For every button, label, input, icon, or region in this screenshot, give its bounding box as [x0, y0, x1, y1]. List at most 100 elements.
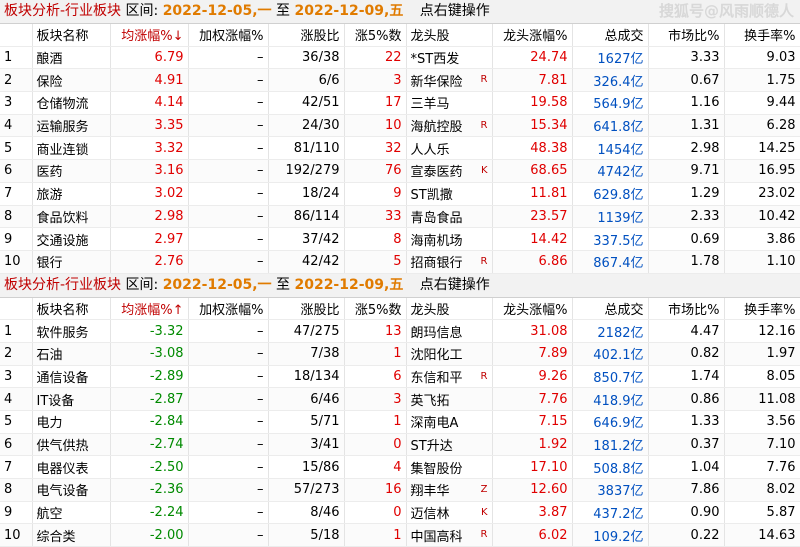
up-ratio: 3/41	[268, 433, 345, 457]
avg-change: 4.14	[110, 91, 189, 115]
market-share: 1.74	[648, 365, 725, 389]
column-header-4[interactable]: 涨股比	[268, 24, 345, 47]
table-row[interactable]: 3 仓储物流 4.14–42/51 17 三羊马 19.58 564.9亿 1.16 9.44	[0, 91, 800, 115]
sector-name: 保险	[32, 68, 111, 93]
table-row[interactable]: 8 电气设备 -2.36–57/273 16 翔丰华 Z 12.60 3837亿 7.86 8.0…	[0, 478, 800, 502]
stock-flag: R	[480, 529, 488, 541]
table-row[interactable]: 5 电力 -2.84–5/71 1 深南电A 7.15 646.9亿 1.33 3.56	[0, 410, 800, 434]
weighted-change: –	[188, 91, 269, 115]
stock-flag: R	[480, 74, 488, 86]
up5-count: 3	[344, 387, 407, 411]
sector-name: 食品饮料	[32, 205, 111, 229]
table-row[interactable]: 7 电器仪表 -2.50–15/86 4 集智股份 17.10 508.8亿 1.04 7.76	[0, 455, 800, 480]
turnover-rate: 1.10	[724, 250, 800, 274]
table-row[interactable]: 2 石油 -3.08–7/38 1 沈阳化工 7.89 402.1亿 0.82 1.97	[0, 342, 800, 366]
leading-stock-name: 新华保险	[410, 74, 463, 90]
column-header-3[interactable]: 加权涨幅%	[188, 297, 269, 321]
up5-count: 1	[344, 342, 407, 366]
row-index: 9	[0, 501, 33, 525]
total-volume: 2182亿	[572, 319, 649, 343]
avg-change: 3.02	[110, 182, 189, 206]
table-row[interactable]: 8 食品饮料 2.98–86/114 33 青岛食品 23.57 1139亿 2.33 10.4…	[0, 205, 800, 229]
column-header-3[interactable]: 加权涨幅%	[188, 24, 269, 47]
column-header-10[interactable]: 换手率%	[724, 24, 800, 47]
table-row[interactable]: 1 软件服务 -3.32–47/275 13 朗玛信息 31.08 2182亿 4.47 12.…	[0, 319, 800, 343]
column-header-2[interactable]: 均涨幅%↑	[110, 297, 189, 321]
turnover-rate: 11.08	[724, 387, 800, 411]
column-header-10[interactable]: 换手率%	[724, 297, 800, 321]
market-share: 0.37	[648, 433, 725, 457]
turnover-rate: 7.10	[724, 433, 800, 457]
table-row[interactable]: 6 医药 3.16–192/279 76 宣泰医药 K 68.65 4742亿 9.71 16.9…	[0, 159, 800, 183]
column-header-1[interactable]: 板块名称	[32, 297, 111, 321]
leading-change: 14.42	[492, 227, 573, 251]
date-start: 2022-12-05,一	[162, 276, 272, 293]
table-row[interactable]: 6 供气供热 -2.74–3/41 0 ST升达 1.92 181.2亿 0.37 7.10	[0, 433, 800, 457]
watermark: 搜狐号@风雨顺德人	[658, 2, 794, 20]
column-header-8[interactable]: 总成交	[572, 297, 649, 321]
table-row[interactable]: 4 IT设备 -2.87–6/46 3 英飞拓 7.76 418.9亿 0.86 11.08	[0, 387, 800, 411]
avg-change: 6.79	[110, 46, 189, 70]
table-row[interactable]: 5 商业连锁 3.32–81/110 32 人人乐 48.38 1454亿 2.98 14.25	[0, 136, 800, 161]
up-ratio: 57/273	[268, 478, 345, 502]
up5-count: 13	[344, 319, 407, 343]
date-end: 2022-12-09,五	[294, 3, 404, 19]
leading-change: 68.65	[492, 159, 573, 183]
turnover-rate: 5.87	[724, 501, 800, 525]
table-row[interactable]: 7 旅游 3.02–18/24 9 ST凯撒 11.81 629.8亿 1.29 23.02	[0, 182, 800, 206]
leading-change: 31.08	[492, 319, 573, 343]
column-header-9[interactable]: 市场比%	[648, 297, 725, 321]
leading-stock-name: 沈阳化工	[410, 348, 463, 364]
avg-change: -3.32	[110, 319, 189, 343]
column-header-7[interactable]: 龙头涨幅%	[492, 297, 573, 321]
table-row[interactable]: 9 交通设施 2.97–37/42 8 海南机场 14.42 337.5亿 0.69 3.86	[0, 227, 800, 251]
leading-stock-name: 海南机场	[410, 233, 463, 249]
table-row[interactable]: 4 运输服务 3.35–24/30 10 海航控股 R 15.34 641.8亿 1.31 6.2…	[0, 114, 800, 138]
table-row[interactable]: 2 保险 4.91–6/6 3 新华保险 R 7.81 326.4亿 0.67 1.75	[0, 68, 800, 93]
up-ratio: 42/51	[268, 91, 345, 115]
market-share: 3.33	[648, 46, 725, 70]
interval-label: 区间:	[125, 3, 159, 19]
column-header-0[interactable]	[0, 297, 33, 321]
turnover-rate: 14.25	[724, 136, 800, 161]
column-header-4[interactable]: 涨股比	[268, 297, 345, 321]
turnover-rate: 1.97	[724, 342, 800, 366]
leading-stock: 翔丰华 Z	[406, 478, 493, 502]
weighted-change: –	[188, 46, 269, 70]
date-start: 2022-12-05,一	[162, 3, 272, 19]
market-share: 0.67	[648, 68, 725, 93]
column-header-1[interactable]: 板块名称	[32, 24, 111, 47]
table-row[interactable]: 3 通信设备 -2.89–18/134 6 东信和平 R 9.26 850.7亿 1.74 8.0…	[0, 365, 800, 389]
leading-change: 7.89	[492, 342, 573, 366]
column-header-5[interactable]: 涨5%数	[344, 297, 407, 321]
panel-title: 板块分析-行业板块	[4, 276, 122, 293]
leading-change: 24.74	[492, 46, 573, 70]
column-header-6[interactable]: 龙头股	[406, 24, 493, 47]
table-row[interactable]: 1 酿酒 6.79–36/38 22 *ST西发 24.74 1627亿 3.33 9.03	[0, 46, 800, 70]
table-row[interactable]: 9 航空 -2.24–8/46 0 迈信林 K 3.87 437.2亿 0.90 5.87	[0, 501, 800, 525]
column-header-9[interactable]: 市场比%	[648, 24, 725, 47]
column-header-6[interactable]: 龙头股	[406, 297, 493, 321]
column-header-2[interactable]: 均涨幅%↓	[110, 24, 189, 47]
column-header-8[interactable]: 总成交	[572, 24, 649, 47]
panel-title-bar[interactable]: 板块分析-行业板块 区间: 2022-12-05,一 至 2022-12-09,…	[0, 0, 800, 24]
panel-title-bar[interactable]: 板块分析-行业板块 区间: 2022-12-05,一 至 2022-12-09,…	[0, 273, 800, 298]
weighted-change: –	[188, 365, 269, 389]
sector-name: 仓储物流	[32, 91, 111, 115]
column-header-0[interactable]	[0, 24, 33, 47]
avg-change: -2.50	[110, 455, 189, 480]
total-volume: 402.1亿	[572, 342, 649, 366]
leading-stock-name: 招商银行	[410, 256, 463, 272]
leading-stock-name: 迈信林	[410, 507, 450, 523]
leading-stock: 朗玛信息	[406, 319, 493, 343]
leading-change: 6.02	[492, 523, 573, 547]
stock-flag: K	[480, 165, 488, 177]
market-share: 0.82	[648, 342, 725, 366]
row-index: 8	[0, 205, 33, 229]
table-row[interactable]: 10 综合类 -2.00–5/18 1 中国高科 R 6.02 109.2亿 0.22 14.63	[0, 523, 800, 547]
column-header-5[interactable]: 涨5%数	[344, 24, 407, 47]
turnover-rate: 23.02	[724, 182, 800, 206]
avg-change: -3.08	[110, 342, 189, 366]
table-row[interactable]: 10 银行 2.76–42/42 5 招商银行 R 6.86 867.4亿 1.78 1.10	[0, 250, 800, 274]
column-header-7[interactable]: 龙头涨幅%	[492, 24, 573, 47]
